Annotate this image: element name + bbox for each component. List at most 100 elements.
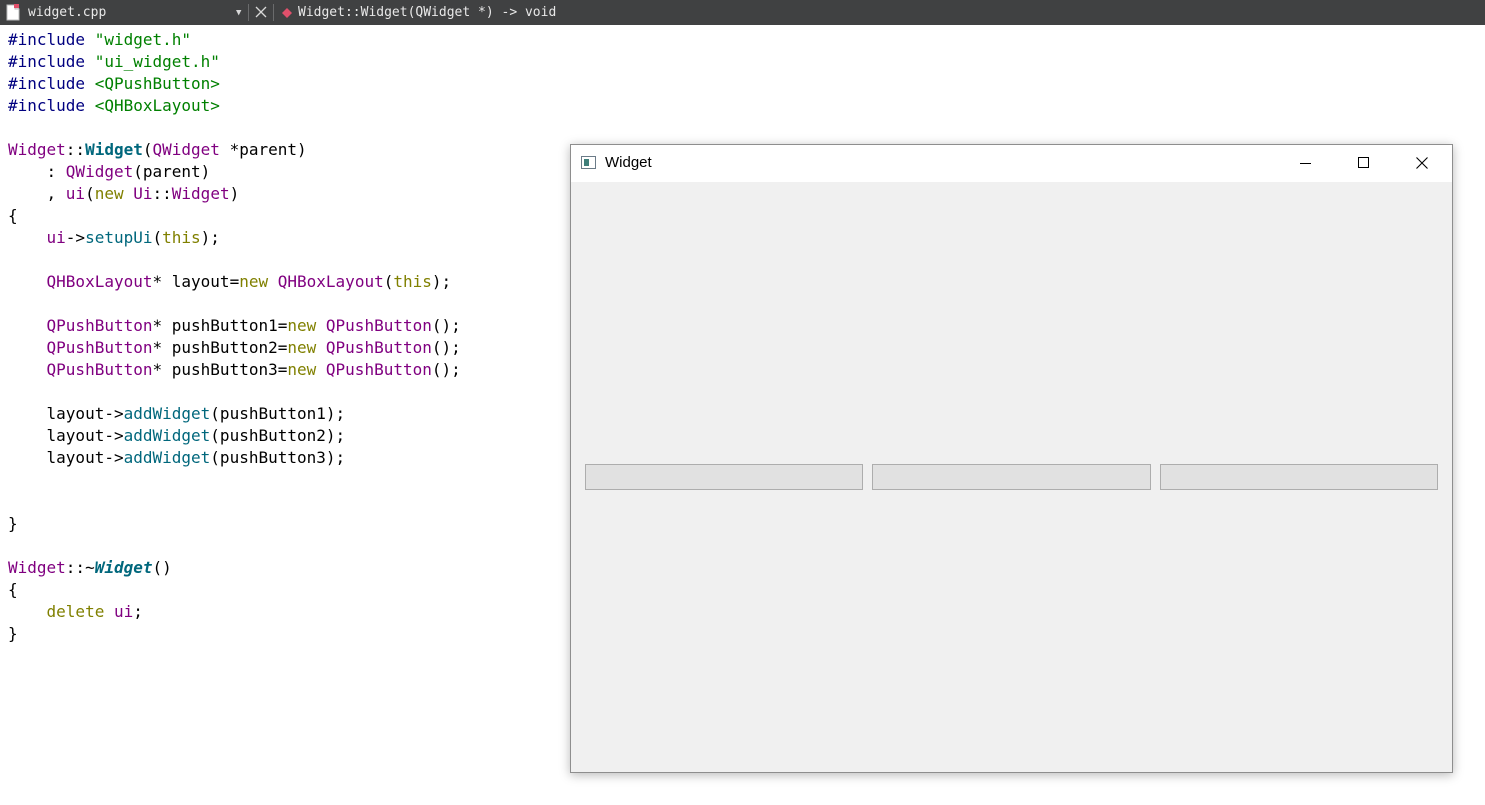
- code-token: Ui: [133, 184, 153, 203]
- code-line: layout->addWidget(pushButton3);: [8, 447, 346, 469]
- code-token: <QHBoxLayout>: [94, 96, 220, 115]
- code-line: }: [8, 623, 18, 645]
- code-token: #include: [8, 74, 95, 93]
- push-button-2[interactable]: [872, 464, 1151, 490]
- code-line: {: [8, 579, 18, 601]
- qt-window-icon: [581, 156, 596, 169]
- code-line: , ui(new Ui::Widget): [8, 183, 240, 205]
- code-token: * pushButton1=: [152, 316, 288, 335]
- code-line: }: [8, 513, 18, 535]
- code-token: (: [142, 140, 153, 159]
- code-token: "widget.h": [94, 30, 192, 49]
- maximize-icon: [1358, 157, 1369, 168]
- code-token: }: [8, 624, 18, 643]
- window-title: Widget: [605, 154, 652, 171]
- code-token: QWidget: [65, 162, 134, 181]
- window-titlebar[interactable]: Widget: [571, 145, 1452, 182]
- code-token: }: [8, 514, 18, 533]
- code-token: delete: [46, 602, 105, 621]
- code-token: QPushButton: [325, 316, 432, 335]
- code-token: addWidget: [123, 448, 211, 467]
- code-token: Widget: [85, 140, 143, 159]
- current-symbol-selector[interactable]: Widget::Widget(QWidget *) -> void: [298, 5, 556, 21]
- code-token: QPushButton: [325, 360, 432, 379]
- code-token: QHBoxLayout: [46, 272, 153, 291]
- editor-toolbar: widget.cpp ▼ Widget::Widget(QWidget *) -…: [0, 0, 1485, 25]
- code-token: QPushButton: [46, 316, 153, 335]
- close-icon[interactable]: [255, 6, 267, 18]
- code-token: );: [200, 228, 220, 247]
- toolbar-divider: [273, 4, 274, 21]
- code-token: #include: [8, 96, 95, 115]
- code-token: ;: [133, 602, 143, 621]
- close-window-button[interactable]: [1393, 145, 1451, 182]
- code-line: layout->addWidget(pushButton1);: [8, 403, 346, 425]
- code-token: addWidget: [123, 404, 211, 423]
- code-token: {: [8, 580, 18, 599]
- code-token: layout->: [8, 448, 124, 467]
- widget-window: Widget: [570, 144, 1453, 773]
- push-button-1[interactable]: [585, 464, 863, 490]
- code-token: QPushButton: [46, 360, 153, 379]
- code-token: layout->: [8, 426, 124, 445]
- code-token: Widget: [8, 140, 66, 159]
- code-token: new: [287, 316, 317, 335]
- minimize-icon: [1300, 163, 1311, 164]
- minimize-button[interactable]: [1277, 145, 1335, 182]
- code-token: (: [383, 272, 394, 291]
- maximize-button[interactable]: [1335, 145, 1393, 182]
- code-line: layout->addWidget(pushButton2);: [8, 425, 346, 447]
- code-token: new: [94, 184, 124, 203]
- code-line: : QWidget(parent): [8, 161, 211, 183]
- code-token: * layout=: [152, 272, 240, 291]
- code-token: ->: [65, 228, 86, 247]
- code-token: (: [152, 228, 163, 247]
- code-token: "ui_widget.h": [94, 52, 220, 71]
- code-token: );: [431, 272, 452, 291]
- code-token: ui: [65, 184, 86, 203]
- code-token: ,: [8, 184, 66, 203]
- code-line: #include "ui_widget.h": [8, 51, 220, 73]
- code-token: Widget: [171, 184, 230, 203]
- code-token: Widget: [94, 558, 153, 577]
- code-line: Widget::~Widget(): [8, 557, 172, 579]
- code-line: #include "widget.h": [8, 29, 191, 51]
- document-icon: [6, 4, 20, 21]
- code-token: new: [287, 360, 317, 379]
- close-icon: [1416, 157, 1428, 169]
- code-token: QHBoxLayout: [277, 272, 384, 291]
- open-file-name[interactable]: widget.cpp: [28, 5, 106, 21]
- push-button-3[interactable]: [1160, 464, 1438, 490]
- code-token: *parent): [219, 140, 307, 159]
- code-token: :: [8, 162, 66, 181]
- code-token: ui: [46, 228, 66, 247]
- code-token: new: [287, 338, 317, 357]
- code-token: QPushButton: [46, 338, 153, 357]
- code-token: new: [239, 272, 269, 291]
- code-line: delete ui;: [8, 601, 143, 623]
- code-line: {: [8, 205, 18, 227]
- code-token: (): [152, 558, 172, 577]
- code-token: * pushButton2=: [152, 338, 288, 357]
- code-line: QPushButton* pushButton1=new QPushButton…: [8, 315, 461, 337]
- code-token: this: [162, 228, 201, 247]
- code-token: ::~: [65, 558, 95, 577]
- dropdown-arrow-icon[interactable]: ▼: [236, 5, 241, 21]
- code-token: this: [393, 272, 432, 291]
- code-token: * pushButton3=: [152, 360, 288, 379]
- toolbar-divider: [248, 4, 249, 21]
- function-diamond-icon: [282, 7, 292, 18]
- code-line: #include <QPushButton>: [8, 73, 220, 95]
- window-client-area: [571, 182, 1452, 772]
- code-token: (pushButton2);: [210, 426, 346, 445]
- code-token: QPushButton: [325, 338, 432, 357]
